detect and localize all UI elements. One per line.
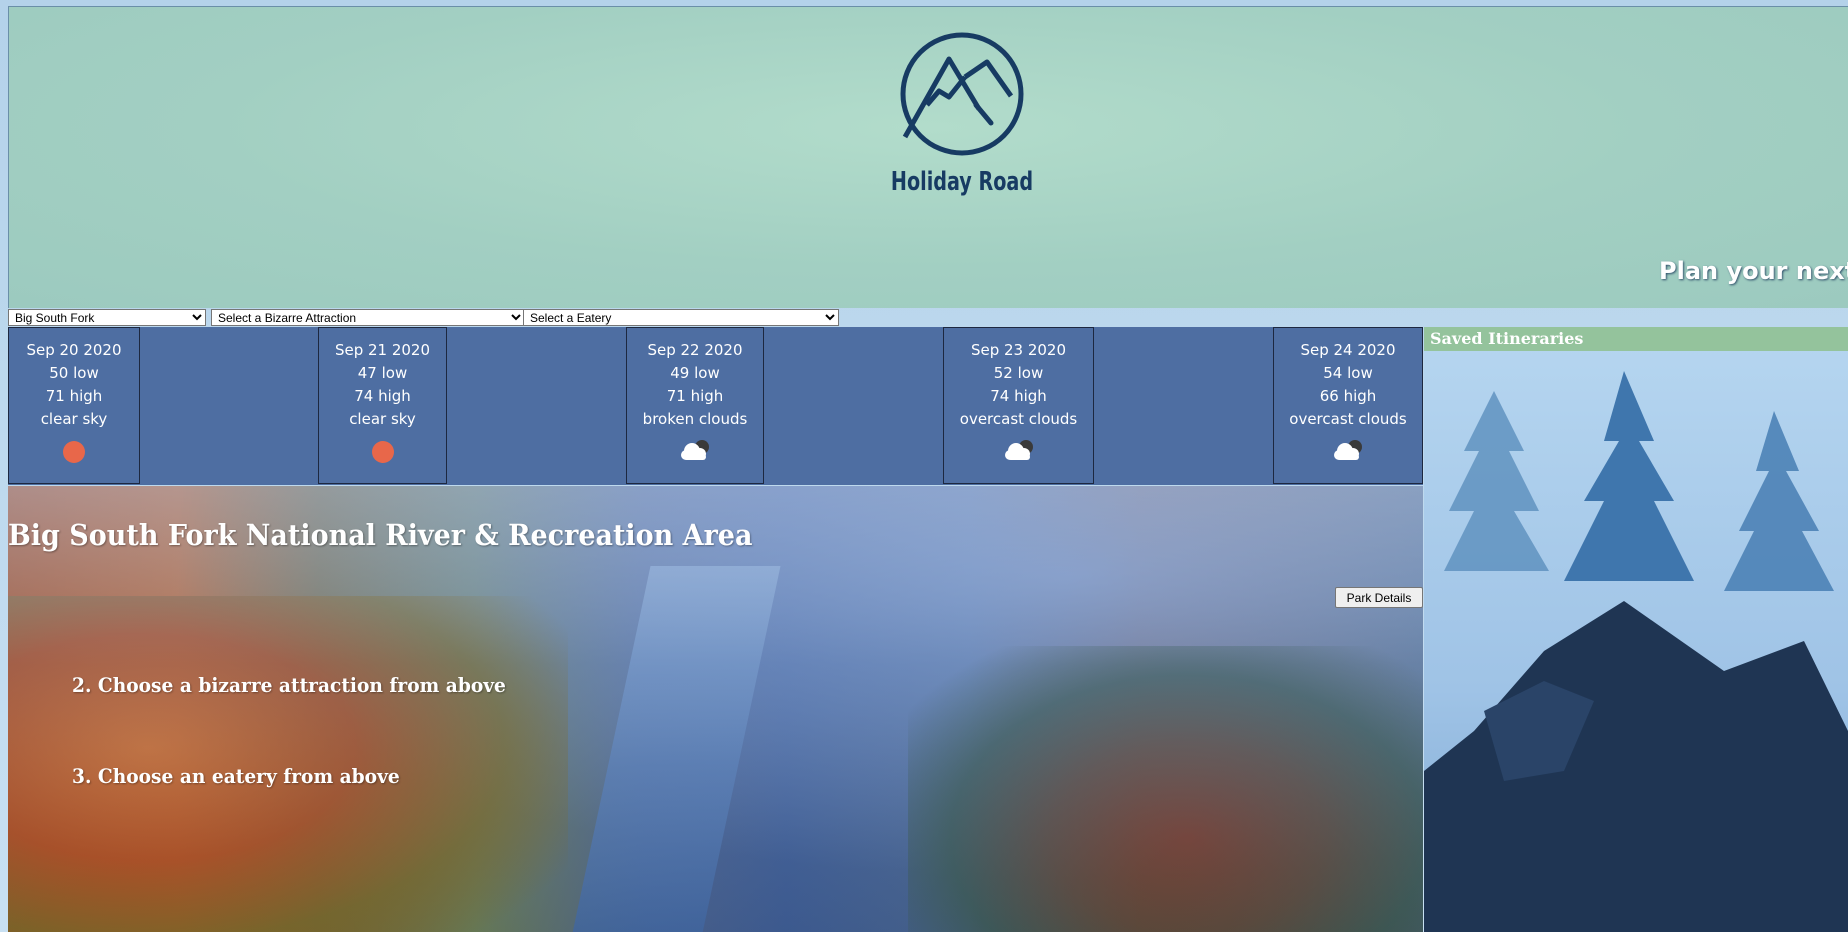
pine-trees-illustration (1424, 371, 1848, 932)
forecast-day: Sep 22 2020 49 low 71 high broken clouds (626, 327, 764, 484)
forecast-date: Sep 20 2020 (26, 341, 122, 359)
forecast-day: Sep 21 2020 47 low 74 high clear sky (318, 327, 447, 484)
forecast-date: Sep 24 2020 (1300, 341, 1396, 359)
forecast-description: clear sky (349, 410, 416, 428)
tagline: Plan your next tr (1659, 257, 1848, 285)
mountain-logo-icon (900, 32, 1024, 156)
forecast-day: Sep 24 2020 54 low 66 high overcast clou… (1273, 327, 1423, 484)
sun-icon (63, 441, 85, 463)
forecast-description: overcast clouds (959, 410, 1078, 428)
saved-itineraries-panel: Saved Itineraries (1424, 327, 1848, 932)
park-details-button[interactable]: Park Details (1335, 587, 1423, 608)
forecast-low: 47 low (357, 364, 408, 382)
forecast-date: Sep 21 2020 (334, 341, 431, 359)
sun-icon (371, 441, 394, 463)
forecast-description: clear sky (40, 410, 108, 428)
cloud-icon (681, 440, 709, 460)
forecast-high: 74 high (990, 387, 1047, 405)
page-background: Holiday Road Plan your next tr Big South… (0, 0, 1848, 932)
site-header: Holiday Road Plan your next tr (8, 6, 1848, 308)
forecast-high: 71 high (45, 387, 103, 405)
forecast-description: broken clouds (642, 410, 748, 428)
cloud-icon (1004, 440, 1033, 460)
forecast-date: Sep 23 2020 (970, 341, 1067, 359)
cloud-icon (1334, 440, 1362, 460)
park-title: Big South Fork National River & Recreati… (8, 518, 753, 552)
forecast-high: 66 high (1319, 387, 1377, 405)
forecast-high: 71 high (666, 387, 724, 405)
brand-name: Holiday Road (890, 167, 1034, 197)
step-choose-attraction: 2. Choose a bizarre attraction from abov… (72, 673, 506, 697)
forecast-day: Sep 23 2020 52 low 74 high overcast clou… (943, 327, 1094, 484)
forecast-description: overcast clouds (1289, 410, 1407, 428)
forecast-day: Sep 20 2020 50 low 71 high clear sky (8, 327, 140, 484)
park-select[interactable]: Big South Fork (8, 309, 206, 326)
saved-itineraries-title: Saved Itineraries (1424, 327, 1848, 351)
attraction-select[interactable]: Select a Bizarre Attraction (211, 309, 525, 326)
weather-forecast: Sep 20 2020 50 low 71 high clear sky Sep… (8, 327, 1423, 485)
forecast-low: 54 low (1323, 364, 1373, 382)
eatery-select[interactable]: Select a Eatery (523, 309, 839, 326)
forecast-date: Sep 22 2020 (647, 341, 743, 359)
park-hero-image (8, 486, 1423, 932)
forecast-low: 50 low (49, 364, 99, 382)
forecast-high: 74 high (354, 387, 411, 405)
step-choose-eatery: 3. Choose an eatery from above (72, 764, 400, 788)
forecast-low: 52 low (993, 364, 1044, 382)
forecast-low: 49 low (670, 364, 720, 382)
